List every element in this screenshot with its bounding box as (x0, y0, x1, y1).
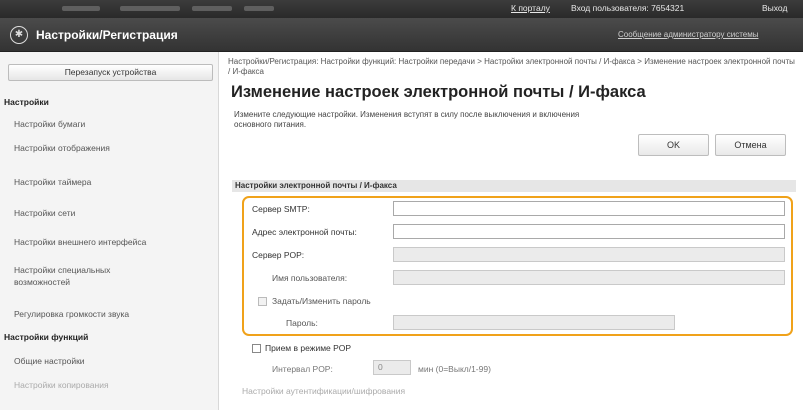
auth-encryption-section-label: Настройки аутентификации/шифрования (242, 386, 406, 396)
set-password-checkbox[interactable] (258, 297, 267, 306)
pop-server-input[interactable] (393, 247, 785, 262)
admin-message-link[interactable]: Сообщение администратору системы (618, 30, 758, 39)
restart-device-button[interactable]: Перезапуск устройства (8, 64, 213, 81)
page-description: Измените следующие настройки. Изменения … (234, 110, 580, 129)
sidebar-item-paper[interactable]: Настройки бумаги (14, 118, 214, 130)
set-password-label: Задать/Изменить пароль (272, 296, 371, 306)
sidebar: Перезапуск устройства Настройки Настройк… (0, 52, 219, 410)
logout-link[interactable]: Выход (762, 3, 787, 13)
smtp-server-input[interactable] (393, 201, 785, 216)
email-settings-section-header: Настройки электронной почты / И-факса (232, 180, 796, 192)
portal-link[interactable]: К порталу (511, 3, 550, 13)
sidebar-item-display[interactable]: Настройки отображения (14, 142, 214, 154)
sidebar-item-network[interactable]: Настройки сети (14, 207, 214, 219)
main-content: Настройки/Регистрация: Настройки функций… (228, 52, 803, 410)
pop-receive-checkbox[interactable] (252, 344, 261, 353)
sidebar-section-settings: Настройки (4, 97, 49, 107)
pop-server-label: Сервер POP: (252, 250, 305, 260)
sidebar-item-accessibility[interactable]: Настройки специальных возможностей (14, 264, 164, 288)
password-label: Пароль: (286, 318, 318, 328)
pop-interval-label: Интервал POP: (272, 364, 333, 374)
blurred-device-text (244, 6, 274, 11)
blurred-product-text (120, 6, 180, 11)
password-input[interactable] (393, 315, 675, 330)
pop-interval-input[interactable]: 0 (373, 360, 411, 375)
cancel-button[interactable]: Отмена (715, 134, 786, 156)
pop-interval-unit: мин (0=Выкл/1-99) (418, 364, 491, 374)
email-address-label: Адрес электронной почты: (252, 227, 357, 237)
sidebar-item-timer[interactable]: Настройки таймера (14, 176, 214, 188)
smtp-server-label: Сервер SMTP: (252, 204, 310, 214)
blurred-model-text (192, 6, 232, 11)
sidebar-item-volume[interactable]: Регулировка громкости звука (14, 308, 214, 320)
user-login-label: Вход пользователя: 7654321 (571, 3, 685, 13)
sidebar-item-copy[interactable]: Настройки копирования (14, 379, 214, 391)
settings-icon: ✱ (10, 26, 28, 44)
breadcrumb: Настройки/Регистрация: Настройки функций… (228, 57, 795, 76)
sidebar-item-external-interface[interactable]: Настройки внешнего интерфейса (14, 236, 214, 248)
sidebar-section-functions: Настройки функций (4, 332, 89, 342)
app-header: ✱ Настройки/Регистрация Сообщение админи… (0, 18, 803, 52)
top-bar: К порталу Вход пользователя: 7654321 Вых… (0, 0, 803, 18)
username-label: Имя пользователя: (272, 273, 348, 283)
email-address-input[interactable] (393, 224, 785, 239)
username-input[interactable] (393, 270, 785, 285)
pop-receive-label: Прием в режиме POP (265, 343, 352, 353)
ok-button[interactable]: OK (638, 134, 709, 156)
blurred-logo-text (62, 6, 100, 11)
page-title: Изменение настроек электронной почты / И… (231, 83, 646, 101)
sidebar-item-common[interactable]: Общие настройки (14, 355, 214, 367)
app-title: Настройки/Регистрация (36, 28, 178, 42)
